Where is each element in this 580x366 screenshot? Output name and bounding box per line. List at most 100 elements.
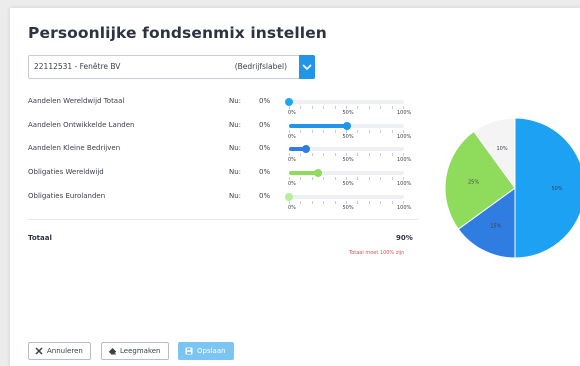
floppy-icon xyxy=(185,347,193,355)
tick-mark xyxy=(391,106,393,109)
tick-mark xyxy=(380,106,382,109)
slider-ticks xyxy=(289,201,404,204)
chevron-down-icon[interactable] xyxy=(299,55,315,79)
tick-mark xyxy=(403,130,404,133)
allocation-slider[interactable] xyxy=(289,169,404,177)
pie-slice-label: 50% xyxy=(551,186,562,192)
scale-label: 50% xyxy=(342,205,354,211)
slider-handle[interactable] xyxy=(285,98,293,106)
allocation-slider[interactable] xyxy=(285,98,404,106)
tick-mark xyxy=(346,130,347,133)
fund-row: Obligaties Eurolanden Nu: 0% 0% 50% 100% xyxy=(28,192,418,214)
tick-mark xyxy=(403,177,404,180)
tick-mark xyxy=(391,177,393,180)
account-select[interactable]: 22112531 - Fenêtre BV (Bedrijfslabel) xyxy=(28,55,315,79)
tick-mark xyxy=(300,130,302,133)
tick-mark xyxy=(346,201,347,204)
current-label: Nu: xyxy=(229,144,242,152)
tick-mark xyxy=(380,177,382,180)
slider-ticks xyxy=(289,177,404,180)
tick-mark xyxy=(311,106,313,109)
tick-mark xyxy=(311,177,313,180)
slider-handle[interactable] xyxy=(285,193,293,201)
tick-mark xyxy=(323,130,325,133)
close-icon xyxy=(35,347,43,355)
tick-mark xyxy=(403,153,404,156)
tick-mark xyxy=(323,177,325,180)
fund-mix-panel: Persoonlijke fondsenmix instellen 221125… xyxy=(10,8,580,366)
tick-mark xyxy=(300,106,302,109)
tick-mark xyxy=(300,177,302,180)
save-button[interactable]: Opslaan xyxy=(178,342,234,360)
tick-mark xyxy=(300,201,302,204)
fund-name: Aandelen Ontwikkelde Landen xyxy=(28,121,135,129)
tick-mark xyxy=(357,201,359,204)
total-label: Totaal xyxy=(28,234,52,242)
tick-mark xyxy=(368,201,370,204)
fund-name: Obligaties Eurolanden xyxy=(28,192,106,200)
allocation-slider[interactable] xyxy=(289,145,404,153)
tick-mark xyxy=(346,177,347,180)
tick-mark xyxy=(289,201,290,204)
scale-label: 100% xyxy=(397,134,412,140)
allocation-slider[interactable] xyxy=(285,193,404,201)
fund-row: Obligaties Wereldwijd Nu: 0% 0% 50% 100% xyxy=(28,168,418,190)
page-title: Persoonlijke fondsenmix instellen xyxy=(28,24,327,42)
tick-mark xyxy=(289,177,290,180)
slider-handle[interactable] xyxy=(313,169,322,177)
tick-mark xyxy=(334,106,336,109)
slider-handle[interactable] xyxy=(302,145,311,153)
fund-row: Aandelen Kleine Bedrijven Nu: 0% 0% 50% 100% xyxy=(28,144,418,166)
clear-button[interactable]: Leegmaken xyxy=(101,342,169,360)
account-label: (Bedrijfslabel) xyxy=(234,62,287,71)
slider-ticks xyxy=(289,106,404,109)
tick-mark xyxy=(311,130,313,133)
slider-ticks xyxy=(289,130,404,133)
tick-mark xyxy=(357,177,359,180)
allocation-slider[interactable] xyxy=(289,122,404,130)
tick-mark xyxy=(357,130,359,133)
pie-slice-label: 10% xyxy=(496,146,507,152)
tick-mark xyxy=(334,177,336,180)
current-value: 0% xyxy=(259,144,271,152)
current-label: Nu: xyxy=(229,168,242,176)
account-name: 22112531 - Fenêtre BV xyxy=(34,62,121,71)
scale-label: 50% xyxy=(342,110,354,116)
total-value: 90% xyxy=(396,234,413,242)
tick-mark xyxy=(357,106,359,109)
scale-label: 0% xyxy=(288,134,296,140)
tick-mark xyxy=(391,153,393,156)
fund-name: Obligaties Wereldwijd xyxy=(28,168,104,176)
tick-mark xyxy=(334,153,336,156)
tick-mark xyxy=(311,153,313,156)
tick-mark xyxy=(403,106,404,109)
tick-mark xyxy=(380,153,382,156)
tick-mark xyxy=(323,153,325,156)
pie-slice xyxy=(514,117,580,259)
current-value: 0% xyxy=(259,168,271,176)
current-label: Nu: xyxy=(229,121,242,129)
slider-handle[interactable] xyxy=(342,122,351,130)
scale-label: 0% xyxy=(288,157,296,163)
scale-label: 100% xyxy=(397,181,412,187)
tick-mark xyxy=(289,130,290,133)
tick-mark xyxy=(391,201,393,204)
cancel-button[interactable]: Annuleren xyxy=(28,342,91,360)
tick-mark xyxy=(334,130,336,133)
tick-mark xyxy=(323,201,325,204)
fund-name: Aandelen Wereldwijd Totaal xyxy=(28,97,125,105)
tick-mark xyxy=(368,130,370,133)
fund-name: Aandelen Kleine Bedrijven xyxy=(28,144,121,152)
tick-mark xyxy=(368,106,370,109)
tick-mark xyxy=(368,177,370,180)
scale-label: 100% xyxy=(397,157,412,163)
current-label: Nu: xyxy=(229,192,242,200)
divider xyxy=(28,219,418,220)
scale-label: 100% xyxy=(397,205,412,211)
scale-label: 50% xyxy=(342,157,354,163)
tick-mark xyxy=(334,201,336,204)
tick-mark xyxy=(357,153,359,156)
pie-slice-label: 15% xyxy=(490,223,501,229)
tick-mark xyxy=(323,106,325,109)
tick-mark xyxy=(391,130,393,133)
